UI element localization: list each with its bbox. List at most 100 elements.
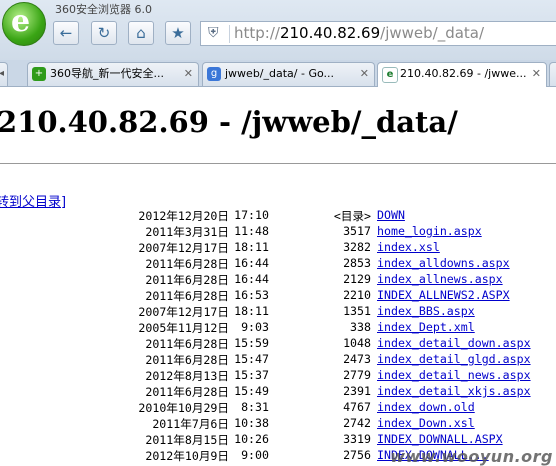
entry-date: 2005年11月12日 — [138, 321, 229, 335]
entry-date: 2011年6月28日 — [145, 353, 229, 367]
tab-google[interactable]: g jwweb/_data/ - Go... ✕ — [202, 62, 375, 86]
new-tab-button[interactable] — [549, 62, 556, 86]
listing-row: 2010年10月29日 8:31 4767 index_down.old — [0, 400, 556, 416]
entry-name-link[interactable]: index_allnews.aspx — [377, 272, 503, 286]
security-shield-icon[interactable]: ⛨ — [208, 25, 219, 41]
listing-row: 2007年12月17日 18:11 1351 index_BBS.aspx — [0, 304, 556, 320]
entry-time: 10:38 — [234, 416, 269, 430]
listing-row: 2011年6月28日 16:53 2210 INDEX_ALLNEWS2.ASPX — [0, 288, 556, 304]
entry-time: 16:44 — [234, 272, 269, 286]
listing-row: 2007年12月17日 18:11 3282 index.xsl — [0, 240, 556, 256]
entry-time: 18:11 — [234, 240, 269, 254]
favorite-star-button[interactable]: ★ — [165, 21, 191, 45]
listing-row: 2011年6月28日 15:49 2391 index_detail_xkjs.asp… — [0, 384, 556, 400]
entry-time: 18:11 — [234, 304, 269, 318]
watermark: www.wooyun.org — [390, 447, 553, 466]
ie-page-icon: e — [382, 67, 398, 83]
entry-size: 2391 — [343, 384, 371, 398]
entry-date: 2011年6月28日 — [145, 337, 229, 351]
entry-date: 2011年7月6日 — [152, 417, 229, 431]
listing-row: 2011年6月28日 16:44 2129 index_allnews.aspx — [0, 272, 556, 288]
entry-date: 2010年10月29日 — [138, 401, 229, 415]
entry-size: 3319 — [343, 432, 371, 446]
entry-size: 4767 — [343, 400, 371, 414]
entry-name-link[interactable]: index_detail_xkjs.aspx — [377, 384, 531, 398]
entry-name-link[interactable]: index_detail_down.aspx — [377, 336, 531, 350]
entry-name-link[interactable]: index_Dept.xml — [377, 320, 475, 334]
360-browser-logo-icon: e — [2, 2, 46, 46]
entry-date: 2012年8月13日 — [145, 369, 229, 383]
entry-name-link[interactable]: INDEX_ALLNEWS2.ASPX — [377, 288, 510, 302]
home-button[interactable]: ⌂ — [128, 21, 154, 45]
entry-size: 2210 — [343, 288, 371, 302]
entry-size: 338 — [350, 320, 371, 334]
listing-row: 2011年6月28日 15:47 2473 index_detail_glgd.asp… — [0, 352, 556, 368]
entry-name-link[interactable]: index_Down.xsl — [377, 416, 475, 430]
entry-name-link[interactable]: index.xsl — [377, 240, 440, 254]
entry-name-link[interactable]: index_detail_news.aspx — [377, 368, 531, 382]
divider — [0, 163, 556, 164]
listing-row: 2005年11月12日 9:03 338 index_Dept.xml — [0, 320, 556, 336]
entry-time: 16:53 — [234, 288, 269, 302]
entry-size: 1048 — [343, 336, 371, 350]
entry-date: 2007年12月17日 — [138, 305, 229, 319]
listing-row: 2011年6月28日 16:44 2853 index_alldowns.aspx — [0, 256, 556, 272]
entry-date: 2011年6月28日 — [145, 273, 229, 287]
entry-time: 10:26 — [234, 432, 269, 446]
entry-date: 2011年8月15日 — [145, 433, 229, 447]
page-title: 210.40.82.69 - /jwweb/_data/ — [0, 105, 458, 139]
entry-name-link[interactable]: index_down.old — [377, 400, 475, 414]
back-button[interactable]: ← — [53, 21, 79, 45]
listing-row: 2011年6月28日 15:59 1048 index_detail_down.asp… — [0, 336, 556, 352]
entry-name-link[interactable]: home_login.aspx — [377, 224, 482, 238]
listing-row: 2011年3月31日 11:48 3517 home_login.aspx — [0, 224, 556, 240]
tab-scroll-left[interactable]: ◂ — [0, 62, 8, 86]
entry-size: 1351 — [343, 304, 371, 318]
tab-current-page[interactable]: e 210.40.82.69 - /jwwe... ✕ — [377, 62, 547, 87]
entry-size: 2129 — [343, 272, 371, 286]
address-bar[interactable]: ⛨ http://210.40.82.69/jwweb/_data/ — [200, 21, 556, 46]
entry-time: 9:00 — [241, 448, 269, 462]
entry-size: 2756 — [343, 448, 371, 462]
entry-time: 9:03 — [241, 320, 269, 334]
close-tab-icon[interactable]: ✕ — [360, 63, 369, 85]
address-url[interactable]: http://210.40.82.69/jwweb/_data/ — [234, 24, 484, 42]
entry-time: 11:48 — [234, 224, 269, 238]
entry-name-link[interactable]: index_detail_glgd.aspx — [377, 352, 531, 366]
entry-name-link[interactable]: DOWN — [377, 208, 405, 222]
refresh-button[interactable]: ↻ — [91, 21, 117, 45]
entry-date: 2012年12月20日 — [138, 209, 229, 223]
entry-time: 16:44 — [234, 256, 269, 270]
entry-size: 2473 — [343, 352, 371, 366]
entry-name-link[interactable]: index_BBS.aspx — [377, 304, 475, 318]
entry-name-link[interactable]: index_alldowns.aspx — [377, 256, 510, 270]
entry-date: 2011年6月28日 — [145, 257, 229, 271]
360-nav-icon: + — [32, 67, 46, 81]
entry-name-link[interactable]: INDEX_DOWNALL.ASPX — [377, 432, 503, 446]
entry-date: 2011年6月28日 — [145, 289, 229, 303]
close-tab-icon[interactable]: ✕ — [532, 63, 541, 85]
page-content: 210.40.82.69 - /jwweb/_data/ 转到父目录] 2012… — [0, 87, 556, 466]
entry-time: 15:37 — [234, 368, 269, 382]
entry-date: 2011年6月28日 — [145, 385, 229, 399]
entry-time: 8:31 — [241, 400, 269, 414]
close-tab-icon[interactable]: ✕ — [184, 63, 193, 85]
address-divider — [229, 25, 230, 43]
tab-strip: ◂ + 360导航_新一代安全... ✕ g jwweb/_data/ - Go… — [0, 60, 556, 87]
entry-time: 17:10 — [234, 208, 269, 222]
entry-size: 3282 — [343, 240, 371, 254]
listing-row: 2012年8月13日 15:37 2779 index_detail_news.asp… — [0, 368, 556, 384]
entry-date: 2011年3月31日 — [145, 225, 229, 239]
entry-time: 15:47 — [234, 352, 269, 366]
directory-listing: 2012年12月20日 17:10 <目录> DOWN 2011年3月31日 11:48 3… — [0, 208, 556, 464]
entry-size: 3517 — [343, 224, 371, 238]
entry-size: 2779 — [343, 368, 371, 382]
entry-time: 15:59 — [234, 336, 269, 350]
entry-time: 15:49 — [234, 384, 269, 398]
tab-360-nav[interactable]: + 360导航_新一代安全... ✕ — [27, 62, 199, 86]
google-icon: g — [207, 67, 221, 81]
entry-date: 2007年12月17日 — [138, 241, 229, 255]
browser-titlebar: e 360安全浏览器 6.0 ← ↻ ⌂ ★ ⛨ http://210.40.8… — [0, 0, 556, 60]
entry-size: <目录> — [333, 209, 371, 223]
listing-row: 2012年12月20日 17:10 <目录> DOWN — [0, 208, 556, 224]
